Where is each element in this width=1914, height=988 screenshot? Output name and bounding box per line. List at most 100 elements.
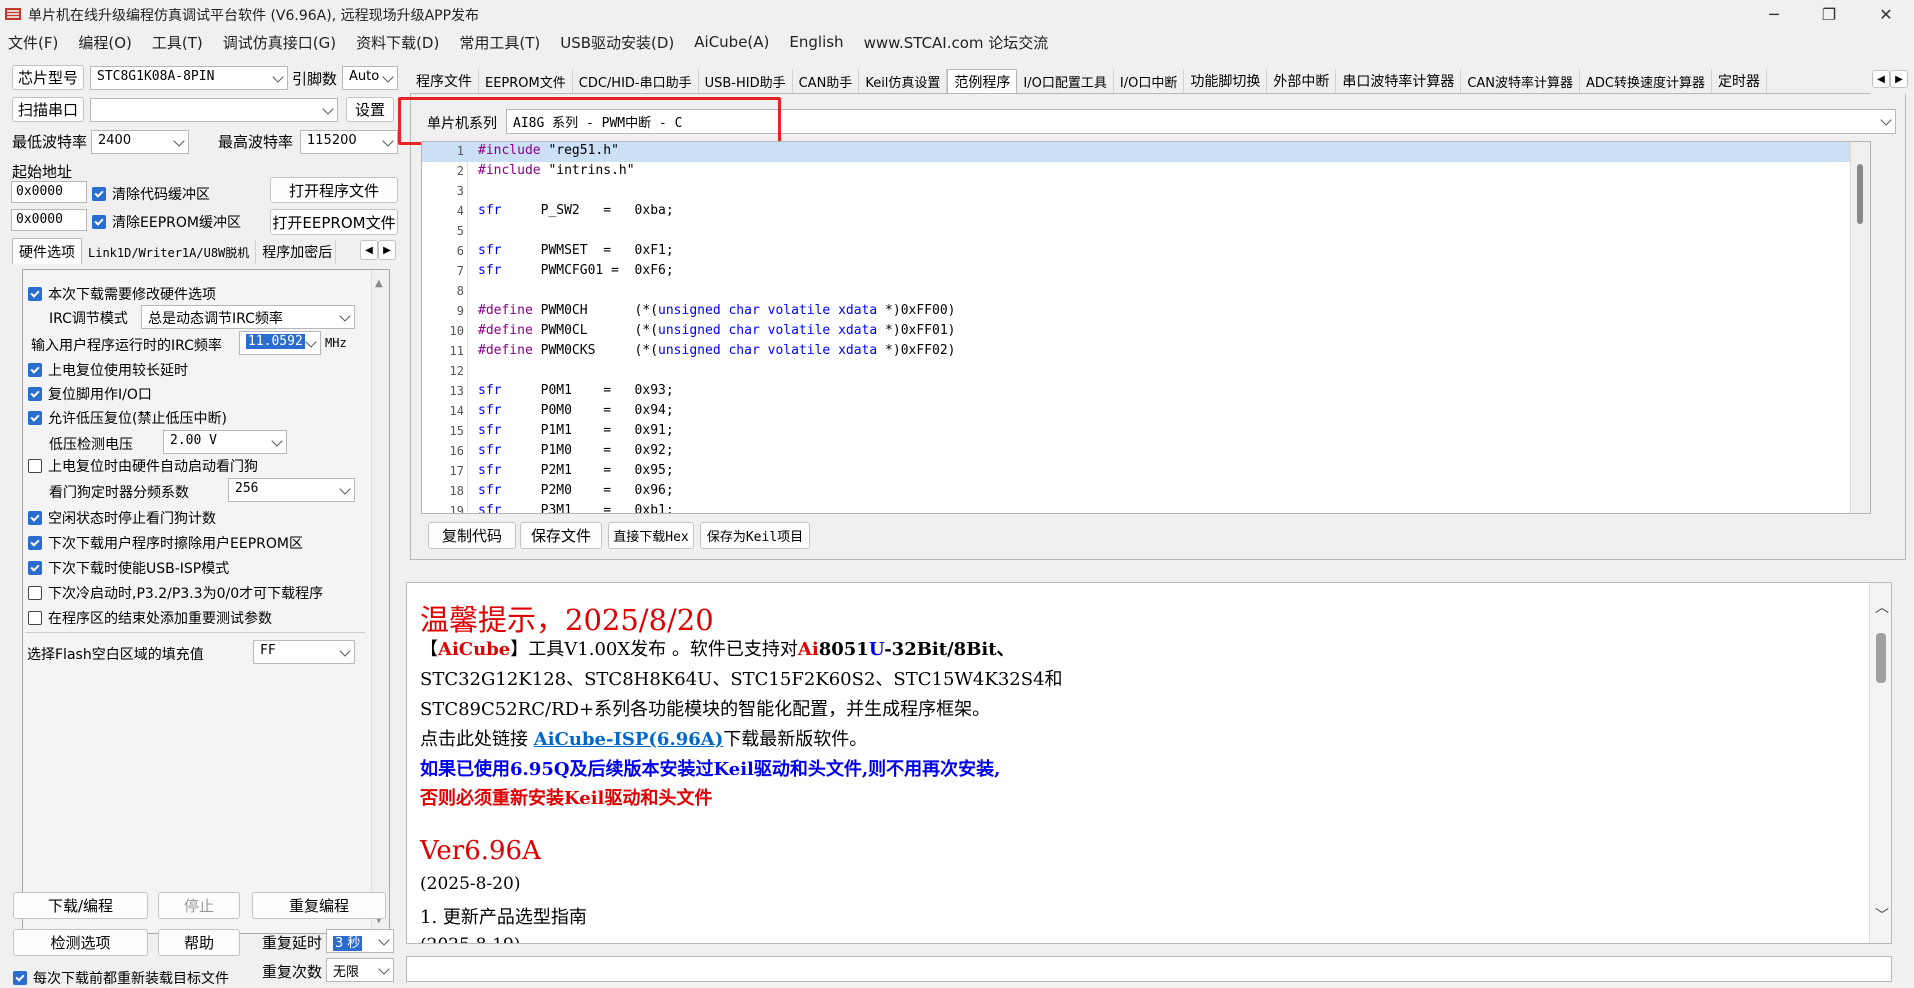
notice-scroll-up-icon[interactable]: ︿	[1875, 597, 1889, 617]
menu-download[interactable]: 资料下载(D)	[356, 32, 439, 53]
tab-can-assistant[interactable]: CAN助手	[793, 69, 860, 93]
notice-scroll-thumb[interactable]	[1876, 633, 1886, 683]
tab-baud-calc[interactable]: 串口波特率计算器	[1336, 69, 1462, 93]
menu-program[interactable]: 编程(O)	[78, 32, 132, 53]
tab-can-baud-calc[interactable]: CAN波特率计算器	[1461, 69, 1581, 93]
option-erase-eeprom[interactable]: 下次下载用户程序时擦除用户EEPROM区	[28, 533, 303, 553]
tab-timer[interactable]: 定时器	[1712, 69, 1768, 93]
download-hex-button[interactable]: 直接下载Hex	[608, 522, 694, 549]
chip-model-select[interactable]: STC8G1K08A-8PIN	[90, 66, 288, 90]
option-test-params[interactable]: 在程序区的结束处添加重要测试参数	[28, 608, 272, 628]
checkbox[interactable]	[28, 586, 42, 600]
tab-adc-calc[interactable]: ADC转换速度计算器	[1580, 69, 1713, 93]
notice-panel[interactable]: 温馨提示，2025/8/20 【AiCube】工具V1.00X发布 。软件已支持…	[406, 582, 1892, 944]
clear-code-option[interactable]: 清除代码缓冲区	[92, 184, 210, 204]
option-modify-hw[interactable]: 本次下载需要修改硬件选项	[28, 284, 216, 304]
option-watchdog-auto[interactable]: 上电复位时由硬件自动启动看门狗	[28, 456, 258, 476]
tab-examples[interactable]: 范例程序	[947, 69, 1018, 93]
check-options-button[interactable]: 检测选项	[13, 929, 148, 956]
irc-freq-select[interactable]: 11.0592	[239, 331, 321, 355]
max-baud-select[interactable]: 115200	[300, 130, 398, 154]
checkbox[interactable]	[28, 363, 42, 377]
code-scroll-thumb[interactable]	[1857, 164, 1863, 224]
main-tab-right-icon[interactable]: ▶	[1890, 70, 1908, 88]
checkbox[interactable]	[28, 561, 42, 575]
tab-scroll-right-icon[interactable]: ▶	[378, 240, 396, 260]
clear-code-checkbox[interactable]	[92, 187, 106, 201]
option-cold-start-p32[interactable]: 下次冷启动时,P3.2/P3.3为0/0才可下载程序	[28, 583, 323, 603]
options-scrollbar[interactable]: ▲ ▼	[371, 270, 389, 933]
code-address-input[interactable]: 0x0000	[11, 181, 87, 203]
checkbox[interactable]	[28, 411, 42, 425]
checkbox[interactable]	[13, 971, 27, 985]
open-program-button[interactable]: 打开程序文件	[270, 177, 398, 203]
save-file-button[interactable]: 保存文件	[520, 522, 602, 549]
watchdog-prescaler-select[interactable]: 256	[228, 478, 355, 502]
port-select[interactable]	[90, 98, 338, 122]
checkbox[interactable]	[28, 536, 42, 550]
stop-button[interactable]: 停止	[158, 892, 240, 919]
menu-tools[interactable]: 工具(T)	[152, 32, 203, 53]
aicube-isp-link[interactable]: AiCube-ISP(6.96A)	[534, 729, 724, 750]
checkbox[interactable]	[28, 387, 42, 401]
tab-encryption[interactable]: 程序加密后	[256, 240, 337, 264]
tab-io-config[interactable]: I/O口配置工具	[1017, 69, 1114, 93]
flash-fill-select[interactable]: FF	[253, 640, 355, 664]
copy-code-button[interactable]: 复制代码	[428, 522, 516, 549]
eeprom-address-input[interactable]: 0x0000	[11, 209, 87, 231]
tab-program-file[interactable]: 程序文件	[410, 69, 479, 93]
checkbox[interactable]	[28, 459, 42, 473]
tab-pin-switch[interactable]: 功能脚切换	[1184, 69, 1268, 93]
tab-keil-settings[interactable]: Keil仿真设置	[859, 69, 948, 93]
close-button[interactable]: ✕	[1860, 0, 1912, 28]
scroll-up-icon[interactable]: ▲	[375, 278, 383, 289]
irc-mode-select[interactable]: 总是动态调节IRC频率	[141, 305, 355, 329]
download-button[interactable]: 下载/编程	[13, 892, 148, 919]
checkbox[interactable]	[28, 611, 42, 625]
notice-scroll-down-icon[interactable]: ﹀	[1875, 905, 1889, 925]
open-eeprom-button[interactable]: 打开EEPROM文件	[270, 209, 398, 235]
reprogram-button[interactable]: 重复编程	[252, 892, 386, 919]
tab-usb-hid[interactable]: USB-HID助手	[699, 69, 793, 93]
tab-eeprom-file[interactable]: EEPROM文件	[479, 69, 573, 93]
pins-select[interactable]: Auto	[342, 66, 398, 90]
minimize-button[interactable]: ─	[1748, 0, 1800, 28]
menu-debug[interactable]: 调试仿真接口(G)	[223, 32, 336, 53]
tab-serial-assistant[interactable]: CDC/HID-串口助手	[573, 69, 699, 93]
chip-model-button[interactable]: 芯片型号	[12, 65, 84, 90]
notice-scrollbar[interactable]: ︿ ﹀	[1869, 583, 1891, 943]
repeat-delay-select[interactable]: 3 秒	[326, 929, 394, 953]
settings-button[interactable]: 设置	[346, 97, 394, 122]
checkbox[interactable]	[28, 511, 42, 525]
menu-aicube[interactable]: AiCube(A)	[694, 33, 769, 51]
main-tab-left-icon[interactable]: ◀	[1872, 70, 1890, 88]
code-scrollbar[interactable]	[1850, 142, 1870, 513]
code-editor[interactable]: 1 #include "reg51.h" 2 #include "intrins.h"…	[421, 141, 1871, 514]
tab-offline[interactable]: Link1D/Writer1A/U8W脱机	[82, 240, 257, 264]
menu-english[interactable]: English	[789, 33, 843, 51]
save-keil-project-button[interactable]: 保存为Keil项目	[700, 522, 810, 549]
tab-scroll-left-icon[interactable]: ◀	[360, 240, 378, 260]
option-usb-isp[interactable]: 下次下载时使能USB-ISP模式	[28, 558, 229, 578]
menu-file[interactable]: 文件(F)	[8, 32, 58, 53]
option-idle-stop-wdt[interactable]: 空闲状态时停止看门狗计数	[28, 508, 216, 528]
help-button[interactable]: 帮助	[158, 929, 240, 956]
menu-common-tools[interactable]: 常用工具(T)	[459, 32, 540, 53]
min-baud-select[interactable]: 2400	[91, 130, 189, 154]
repeat-count-select[interactable]: 无限	[326, 958, 394, 982]
checkbox[interactable]	[28, 287, 42, 301]
low-voltage-select[interactable]: 2.00 V	[163, 430, 287, 454]
scan-port-button[interactable]: 扫描串口	[12, 97, 84, 122]
tab-io-interrupt[interactable]: I/O口中断	[1114, 69, 1185, 93]
clear-eeprom-checkbox[interactable]	[92, 215, 106, 229]
tab-hardware-options[interactable]: 硬件选项	[12, 238, 82, 264]
menu-forum[interactable]: www.STCAI.com 论坛交流	[864, 32, 1049, 53]
option-long-delay[interactable]: 上电复位使用较长延时	[28, 360, 188, 380]
clear-eeprom-option[interactable]: 清除EEPROM缓冲区	[92, 212, 241, 232]
option-reset-io[interactable]: 复位脚用作I/O口	[28, 384, 152, 404]
menu-usb-driver[interactable]: USB驱动安装(D)	[560, 32, 674, 53]
tab-ext-interrupt[interactable]: 外部中断	[1267, 69, 1337, 93]
maximize-button[interactable]: ❐	[1803, 0, 1855, 28]
option-low-voltage-reset[interactable]: 允许低压复位(禁止低压中断)	[28, 408, 227, 428]
option-reload-file[interactable]: 每次下载前都重新装载目标文件	[13, 968, 229, 988]
